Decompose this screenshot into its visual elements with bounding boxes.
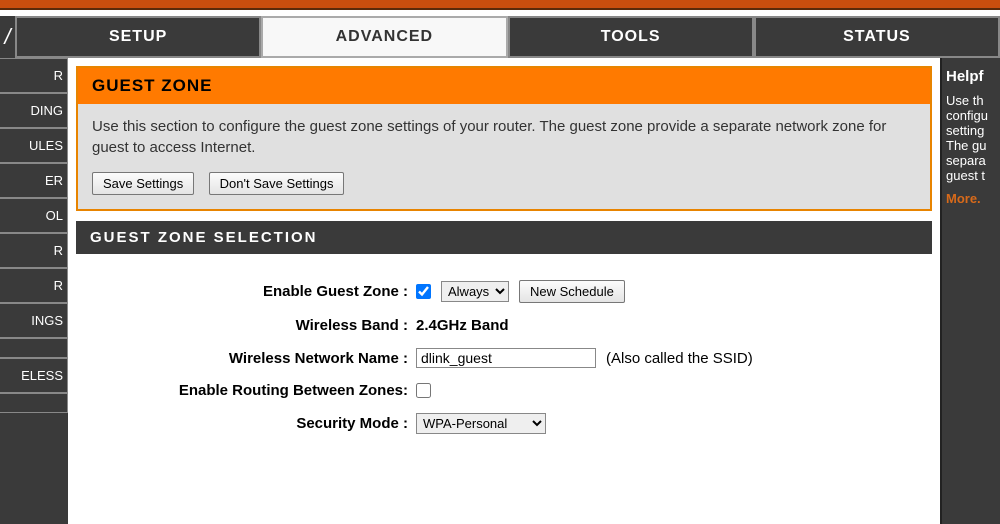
sidebar: R DING ULES ER OL R R INGS ELESS xyxy=(0,58,68,524)
sidebar-item[interactable]: R xyxy=(0,233,68,268)
schedule-select[interactable]: Always xyxy=(441,281,509,302)
top-orange-bar xyxy=(0,0,1000,10)
sidebar-item[interactable]: ELESS xyxy=(0,358,68,393)
sidebar-item[interactable]: INGS xyxy=(0,303,68,338)
routing-label: Enable Routing Between Zones: xyxy=(96,382,416,399)
security-mode-select[interactable]: WPA-Personal xyxy=(416,413,546,434)
wireless-band-label: Wireless Band : xyxy=(96,317,416,334)
sidebar-item[interactable]: ULES xyxy=(0,128,68,163)
sidebar-item[interactable]: R xyxy=(0,58,68,93)
row-enable-guest-zone: Enable Guest Zone : Always New Schedule xyxy=(96,280,912,303)
security-mode-label: Security Mode : xyxy=(96,415,416,432)
ssid-label: Wireless Network Name : xyxy=(96,350,416,367)
routing-checkbox[interactable] xyxy=(416,383,431,398)
nav-row: / SETUP ADVANCED TOOLS STATUS xyxy=(0,16,1000,58)
sidebar-item[interactable]: ER xyxy=(0,163,68,198)
sidebar-item[interactable]: DING xyxy=(0,93,68,128)
row-security-mode: Security Mode : WPA-Personal xyxy=(96,413,912,434)
row-routing-between-zones: Enable Routing Between Zones: xyxy=(96,382,912,399)
selection-title: GUEST ZONE SELECTION xyxy=(76,221,932,254)
nav-tab-advanced[interactable]: ADVANCED xyxy=(261,16,507,58)
nav-tab-tools[interactable]: TOOLS xyxy=(508,16,754,58)
help-line: configu xyxy=(946,108,996,123)
help-line: guest t xyxy=(946,168,996,183)
wireless-band-value: 2.4GHz Band xyxy=(416,317,509,334)
ssid-hint: (Also called the SSID) xyxy=(606,350,753,367)
guest-zone-title: GUEST ZONE xyxy=(78,68,930,104)
help-line: setting xyxy=(946,123,996,138)
row-wireless-band: Wireless Band : 2.4GHz Band xyxy=(96,317,912,334)
help-line: The gu xyxy=(946,138,996,153)
help-more-link[interactable]: More. xyxy=(946,191,996,206)
save-settings-button[interactable]: Save Settings xyxy=(92,172,194,195)
dont-save-settings-button[interactable]: Don't Save Settings xyxy=(209,172,345,195)
ssid-input[interactable] xyxy=(416,348,596,368)
nav-tab-setup[interactable]: SETUP xyxy=(15,16,261,58)
help-column: Helpf Use th configu setting The gu sepa… xyxy=(942,58,1000,524)
sidebar-item[interactable] xyxy=(0,393,68,413)
new-schedule-button[interactable]: New Schedule xyxy=(519,280,625,303)
guest-zone-description: Use this section to configure the guest … xyxy=(92,116,916,158)
selection-body: Enable Guest Zone : Always New Schedule … xyxy=(76,254,932,474)
guest-zone-body: Use this section to configure the guest … xyxy=(78,104,930,209)
help-line: Use th xyxy=(946,93,996,108)
help-line: separa xyxy=(946,153,996,168)
row-wireless-network-name: Wireless Network Name : (Also called the… xyxy=(96,348,912,368)
content: GUEST ZONE Use this section to configure… xyxy=(68,58,942,524)
nav-tab-status[interactable]: STATUS xyxy=(754,16,1000,58)
help-title: Helpf xyxy=(946,68,996,85)
sidebar-item[interactable] xyxy=(0,338,68,358)
enable-guest-zone-label: Enable Guest Zone : xyxy=(96,283,416,300)
guest-zone-panel: GUEST ZONE Use this section to configure… xyxy=(76,66,932,211)
main-row: R DING ULES ER OL R R INGS ELESS GUEST Z… xyxy=(0,58,1000,524)
sidebar-item[interactable]: OL xyxy=(0,198,68,233)
nav-slash: / xyxy=(0,16,15,58)
enable-guest-zone-checkbox[interactable] xyxy=(416,284,431,299)
sidebar-item[interactable]: R xyxy=(0,268,68,303)
